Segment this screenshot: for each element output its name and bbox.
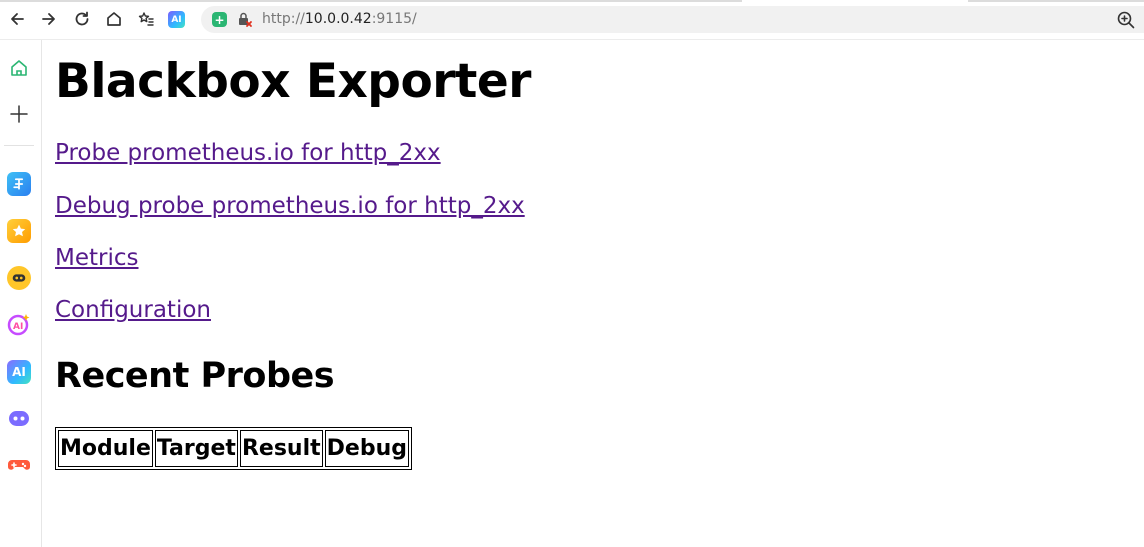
- column-header-module: Module: [58, 430, 153, 467]
- column-header-debug: Debug: [324, 430, 409, 467]
- column-header-result: Result: [239, 430, 323, 467]
- url-text[interactable]: http://10.0.0.42:9115/: [262, 11, 417, 27]
- home-icon[interactable]: [103, 8, 125, 30]
- ai-assistant-icon[interactable]: AI: [168, 11, 185, 28]
- url-port: :9115/: [371, 11, 417, 27]
- table-header-row: Module Target Result Debug: [58, 430, 409, 467]
- svg-text:AI: AI: [13, 322, 23, 332]
- page-content: Blackbox Exporter Probe prometheus.io fo…: [55, 40, 1144, 547]
- sidebar-favorites-app-icon[interactable]: [7, 219, 31, 243]
- insecure-lock-icon[interactable]: [237, 11, 253, 29]
- sidebar-app-1-icon[interactable]: [7, 172, 31, 196]
- sidebar-bot-icon[interactable]: [7, 406, 31, 430]
- recent-probes-table: Module Target Result Debug: [55, 427, 412, 470]
- reload-icon[interactable]: [71, 8, 93, 30]
- shield-icon[interactable]: +: [212, 12, 227, 27]
- address-bar[interactable]: + http://10.0.0.42:9115/: [201, 6, 1144, 33]
- zoom-icon[interactable]: [1116, 10, 1136, 30]
- column-header-target: Target: [154, 430, 238, 467]
- tab-strip-line: [968, 0, 1144, 2]
- debug-probe-link[interactable]: Debug probe prometheus.io for http_2xx: [55, 193, 525, 219]
- recent-probes-heading: Recent Probes: [55, 356, 335, 396]
- sidebar-game-icon[interactable]: [7, 453, 31, 477]
- tab-strip-line: [0, 0, 742, 2]
- page-title: Blackbox Exporter: [55, 54, 531, 109]
- favorites-icon[interactable]: [135, 8, 157, 30]
- sidebar-add-icon[interactable]: [7, 102, 31, 126]
- probe-link[interactable]: Probe prometheus.io for http_2xx: [55, 140, 441, 166]
- metrics-link[interactable]: Metrics: [55, 245, 139, 271]
- browser-toolbar: AI + http://10.0.0.42:9115/: [0, 0, 1144, 40]
- browser-sidebar: AI AI: [0, 40, 42, 547]
- back-icon[interactable]: [6, 8, 28, 30]
- sidebar-ai-writer-icon[interactable]: AI: [7, 312, 31, 336]
- sidebar-ai-icon[interactable]: AI: [7, 360, 31, 384]
- sidebar-app-3-icon[interactable]: [7, 266, 31, 290]
- forward-icon[interactable]: [38, 8, 60, 30]
- url-scheme: http://: [262, 11, 305, 27]
- configuration-link[interactable]: Configuration: [55, 297, 211, 323]
- sidebar-divider: [4, 145, 34, 146]
- url-host: 10.0.0.42: [304, 11, 372, 27]
- sidebar-home-icon[interactable]: [7, 56, 31, 80]
